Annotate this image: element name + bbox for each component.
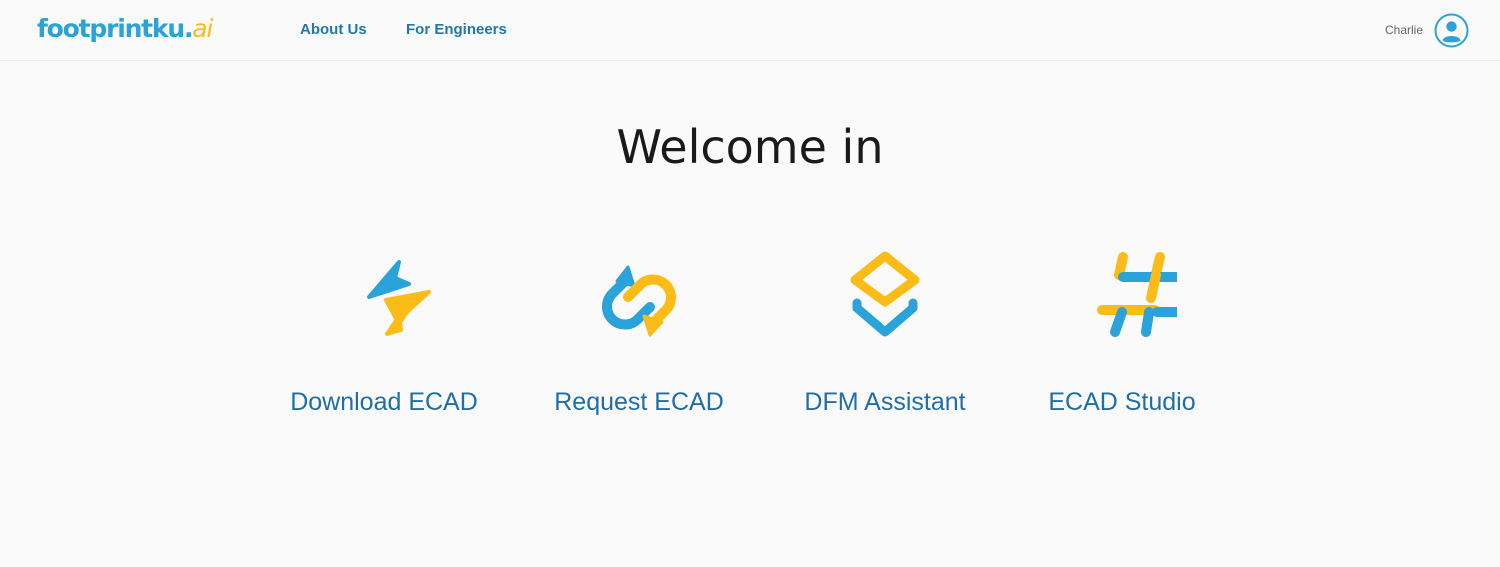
card-label-download-ecad: Download ECAD — [290, 388, 478, 416]
lightning-bolt-icon — [367, 260, 431, 336]
logo-text-ai: ai — [192, 14, 213, 43]
card-label-dfm-assistant: DFM Assistant — [804, 388, 966, 416]
footprintku-logo[interactable]: footprintku.ai — [37, 12, 213, 46]
nav-link-for-engineers[interactable]: For Engineers — [406, 20, 507, 40]
card-request-ecad[interactable]: Request ECAD — [509, 240, 769, 430]
nav-link-about-us[interactable]: About Us — [300, 20, 367, 40]
user-name: Charlie — [1385, 23, 1424, 37]
page-title: Welcome in — [616, 120, 884, 174]
card-label-request-ecad: Request ECAD — [554, 388, 724, 416]
card-download-ecad[interactable]: Download ECAD — [254, 240, 514, 430]
card-ecad-studio[interactable]: ECAD Studio — [992, 240, 1252, 430]
top-navigation-bar: footprintku.ai About Us For Engineers Ch… — [0, 0, 1500, 61]
hash-icon — [1097, 252, 1177, 337]
card-label-ecad-studio: ECAD Studio — [1048, 388, 1196, 416]
logo-text-main: footprintku — [37, 14, 185, 43]
circular-arrows-icon — [601, 265, 677, 337]
user-avatar-icon[interactable] — [1434, 13, 1469, 48]
card-dfm-assistant[interactable]: DFM Assistant — [755, 240, 1015, 430]
layers-icon — [850, 251, 920, 337]
